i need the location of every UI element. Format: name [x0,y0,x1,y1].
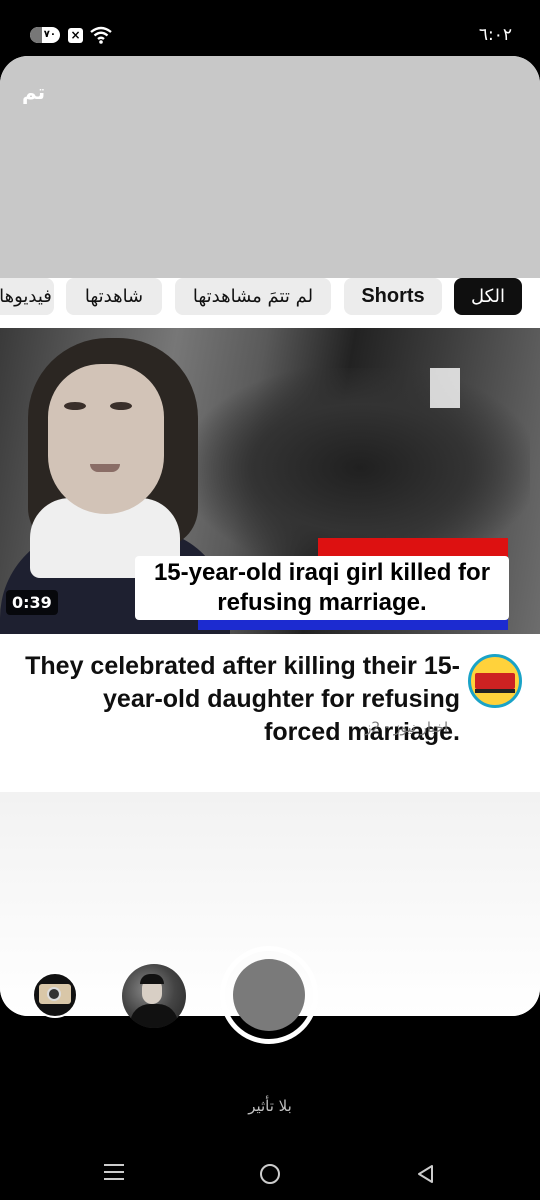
notification-x-icon: × [68,28,83,43]
filter-chips: الكل Shorts لم تتمَ مشاهدتها شاهدتها فيد… [0,278,540,328]
channel-avatar[interactable] [468,654,522,708]
chip-unwatched[interactable]: لم تتمَ مشاهدتها [175,278,331,315]
status-time: ٦:٠٢ [478,25,512,45]
channel-line: اخبار نيوز · 2ز [364,720,448,736]
sheet-header: تم [0,56,540,278]
done-button[interactable]: تم [22,80,45,104]
back-icon[interactable] [416,1164,434,1184]
battery-icon: ٧٠ [30,27,60,43]
video-meta[interactable]: They celebrated after killing their 15-y… [0,634,540,792]
bottom-sheet: تم الكل Shorts لم تتمَ مشاهدتها شاهدتها … [0,56,540,1016]
video-thumbnail[interactable]: 15-year-old iraqi girl killed for refusi… [0,328,540,634]
battery-level: ٧٠ [43,29,56,40]
chip-all[interactable]: الكل [454,278,522,315]
status-bar: ٧٠ × ٦:٠٢ [0,0,540,60]
thumbnail-caption: 15-year-old iraqi girl killed for refusi… [135,556,509,620]
profile-avatar[interactable] [122,964,186,1028]
home-icon[interactable] [260,1164,280,1184]
chip-videos[interactable]: فيديوهات [0,278,54,315]
gallery-thumbnail[interactable] [32,972,78,1018]
recent-apps-icon[interactable] [104,1164,124,1182]
video-duration: 0:39 [6,590,58,615]
shutter-button[interactable] [220,946,318,1044]
effect-label[interactable]: بلا تأثير [0,1097,540,1115]
wifi-icon [90,26,112,44]
chip-shorts[interactable]: Shorts [344,278,442,315]
chip-watched[interactable]: شاهدتها [66,278,162,315]
